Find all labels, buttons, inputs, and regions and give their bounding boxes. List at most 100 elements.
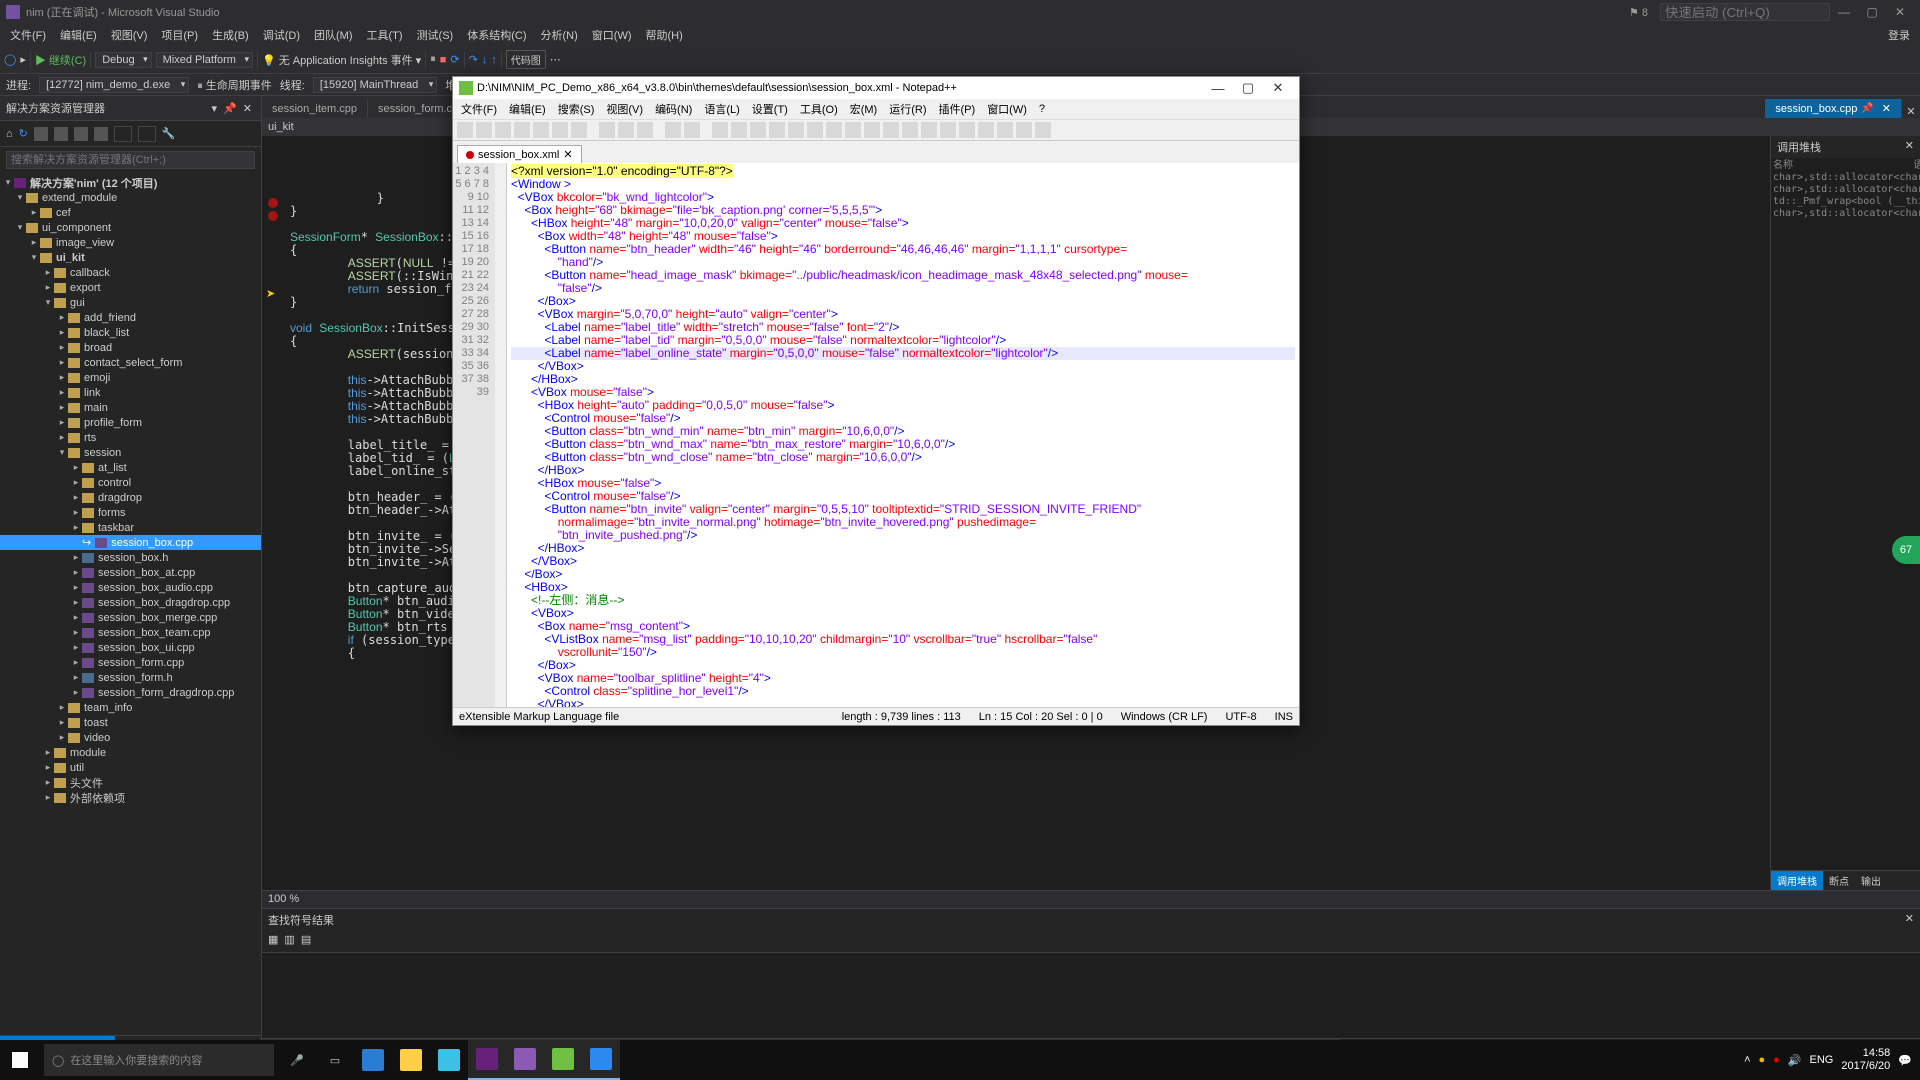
login-link[interactable]: 登录 <box>1882 25 1916 45</box>
npp-menu-file[interactable]: 文件(F) <box>457 100 501 118</box>
sln-tb-icon[interactable] <box>74 127 88 141</box>
npp-menu-help[interactable]: ? <box>1035 102 1049 116</box>
close-icon[interactable]: ✕ <box>1886 5 1914 19</box>
npp-tb-icon[interactable] <box>940 122 956 138</box>
panel-close-icon[interactable]: ✕ <box>240 102 255 115</box>
step-over-icon[interactable]: ↷ <box>469 53 478 66</box>
solution-tree[interactable]: ▾解决方案'nim' (12 个项目) ▾extend_module ▸cef … <box>0 173 261 1035</box>
task-vs[interactable] <box>468 1040 506 1080</box>
menu-project[interactable]: 项目(P) <box>155 25 204 45</box>
npp-tb-icon[interactable] <box>618 122 634 138</box>
npp-menu-settings[interactable]: 设置(T) <box>748 100 792 118</box>
npp-tb-icon[interactable] <box>533 122 549 138</box>
npp-tb-icon[interactable] <box>637 122 653 138</box>
start-button[interactable] <box>0 1040 40 1080</box>
toolbar-more-icon[interactable]: ⋯ <box>550 53 561 66</box>
npp-editor[interactable]: 1 2 3 4 5 6 7 8 9 10 11 12 13 14 15 16 1… <box>453 163 1299 707</box>
menu-view[interactable]: 视图(V) <box>105 25 154 45</box>
panel-pin-icon[interactable]: 📌 <box>220 102 240 115</box>
npp-tb-icon[interactable] <box>845 122 861 138</box>
npp-minimize-icon[interactable]: — <box>1203 81 1233 96</box>
nav-scope[interactable]: ui_kit <box>268 121 294 133</box>
npp-tb-icon[interactable] <box>883 122 899 138</box>
npp-tb-icon[interactable] <box>788 122 804 138</box>
tray-up-icon[interactable]: ˄ <box>1744 1054 1750 1066</box>
panel-close-icon[interactable]: ✕ <box>1905 139 1914 155</box>
npp-menu-run[interactable]: 运行(R) <box>885 100 930 118</box>
config-combo[interactable]: Debug <box>95 52 151 68</box>
menu-arch[interactable]: 体系结构(C) <box>461 25 532 45</box>
npp-tb-icon[interactable] <box>921 122 937 138</box>
app-insights-combo[interactable]: 💡 无 Application Insights 事件 ▾ <box>262 52 421 68</box>
tray-clock[interactable]: 14:582017/6/20 <box>1841 1047 1890 1073</box>
lifecycle-events[interactable]: ⏸ 生命周期事件 <box>197 77 272 93</box>
menu-help[interactable]: 帮助(H) <box>640 25 689 45</box>
npp-tb-icon[interactable] <box>571 122 587 138</box>
menu-file[interactable]: 文件(F) <box>4 25 52 45</box>
task-vs2[interactable] <box>506 1040 544 1080</box>
zoom-level[interactable]: 100 % <box>262 890 1920 908</box>
task-explorer[interactable] <box>392 1040 430 1080</box>
menu-edit[interactable]: 编辑(E) <box>54 25 103 45</box>
nav-back-icon[interactable]: ◯ <box>4 53 16 66</box>
editor-tab[interactable]: session_item.cpp <box>262 100 368 118</box>
minimize-icon[interactable]: — <box>1830 5 1858 19</box>
codemap-button[interactable]: 代码图 <box>506 50 546 69</box>
npp-tb-icon[interactable] <box>826 122 842 138</box>
npp-menu-search[interactable]: 搜索(S) <box>554 100 599 118</box>
menu-window[interactable]: 窗口(W) <box>586 25 638 45</box>
npp-tb-icon[interactable] <box>807 122 823 138</box>
step-into-icon[interactable]: ↓ <box>482 54 488 66</box>
task-app2[interactable] <box>582 1040 620 1080</box>
menu-tools[interactable]: 工具(T) <box>361 25 409 45</box>
npp-tb-icon[interactable] <box>997 122 1013 138</box>
npp-tb-icon[interactable] <box>457 122 473 138</box>
panel-dropdown-icon[interactable]: ▾ <box>209 102 221 115</box>
tb-icon[interactable]: ▤ <box>301 933 311 950</box>
solution-search-input[interactable] <box>6 151 255 169</box>
npp-tb-icon[interactable] <box>769 122 785 138</box>
task-app[interactable] <box>430 1040 468 1080</box>
quick-launch-input[interactable] <box>1660 3 1830 21</box>
npp-tb-icon[interactable] <box>978 122 994 138</box>
home-icon[interactable]: ⌂ <box>6 128 13 140</box>
npp-menu-window[interactable]: 窗口(W) <box>983 100 1031 118</box>
npp-tb-icon[interactable] <box>684 122 700 138</box>
npp-tb-icon[interactable] <box>514 122 530 138</box>
tab-callstack[interactable]: 调用堆栈 <box>1771 871 1823 890</box>
sln-tb-icon[interactable] <box>54 127 68 141</box>
tray-volume-icon[interactable]: 🔊 <box>1788 1054 1802 1067</box>
menu-debug[interactable]: 调试(D) <box>257 25 306 45</box>
tab-breakpoints[interactable]: 断点 <box>1823 871 1855 890</box>
npp-tb-icon[interactable] <box>599 122 615 138</box>
process-combo[interactable]: [12772] nim_demo_d.exe <box>39 77 189 93</box>
taskbar-search[interactable]: ◯在这里输入你要搜索的内容 <box>44 1044 274 1076</box>
npp-tb-icon[interactable] <box>750 122 766 138</box>
npp-menu-macro[interactable]: 宏(M) <box>846 100 882 118</box>
platform-combo[interactable]: Mixed Platform <box>156 52 253 68</box>
maximize-icon[interactable]: ▢ <box>1858 5 1886 19</box>
npp-menu-language[interactable]: 语言(L) <box>700 100 743 118</box>
tabwell-close-icon[interactable]: ✕ <box>1902 105 1920 118</box>
npp-tb-icon[interactable] <box>665 122 681 138</box>
step-out-icon[interactable]: ↑ <box>491 54 497 66</box>
npp-tb-icon[interactable] <box>712 122 728 138</box>
pause-icon[interactable]: ⏸ <box>430 53 436 66</box>
restart-icon[interactable]: ⟳ <box>450 53 459 66</box>
npp-file-tab[interactable]: session_box.xml✕ <box>457 145 582 163</box>
menu-test[interactable]: 测试(S) <box>411 25 460 45</box>
breakpoint-icon[interactable] <box>268 211 278 221</box>
npp-tb-icon[interactable] <box>476 122 492 138</box>
npp-tb-icon[interactable] <box>1035 122 1051 138</box>
npp-menu-tools[interactable]: 工具(O) <box>796 100 842 118</box>
tray-icon[interactable]: ● <box>1759 1054 1766 1066</box>
npp-tb-icon[interactable] <box>552 122 568 138</box>
thread-combo[interactable]: [15920] MainThread <box>313 77 437 93</box>
npp-close-icon[interactable]: ✕ <box>1263 80 1293 96</box>
tab-output[interactable]: 输出 <box>1855 871 1887 890</box>
sln-tb-icon[interactable] <box>34 127 48 141</box>
tb-icon[interactable]: ▦ <box>268 933 278 950</box>
system-tray[interactable]: ˄ ● ● 🔊 ENG 14:582017/6/20 💬 <box>1736 1047 1920 1073</box>
npp-tb-icon[interactable] <box>1016 122 1032 138</box>
floating-badge[interactable]: 67 <box>1892 536 1920 564</box>
